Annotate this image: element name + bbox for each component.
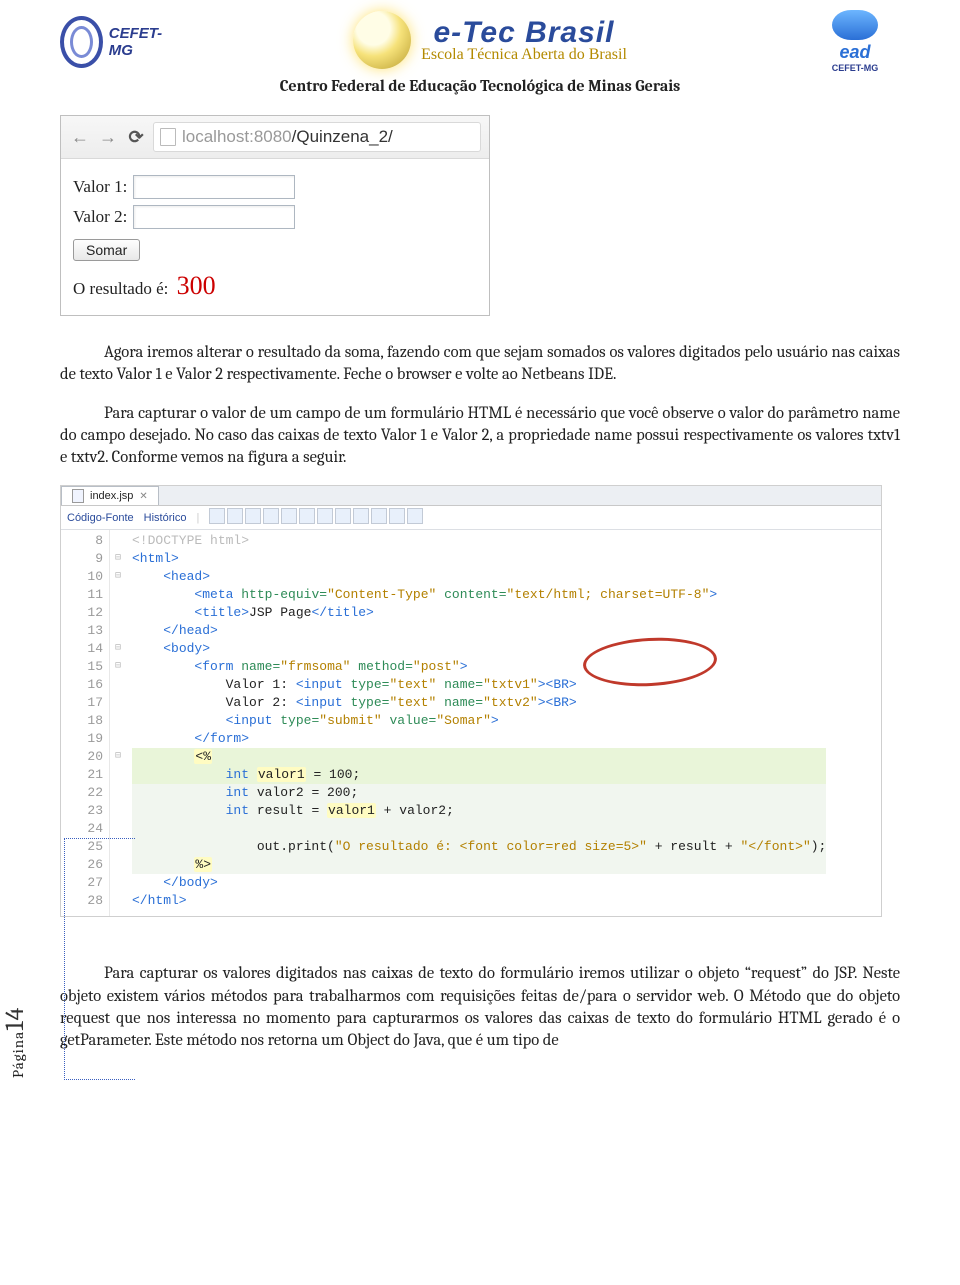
ead-bubble-icon: [832, 10, 878, 40]
cefet-logo: CEFET-MG: [60, 11, 170, 73]
resultado-label: O resultado é:: [73, 279, 168, 298]
back-icon[interactable]: ←: [69, 126, 91, 148]
jsp-file-icon: [72, 489, 84, 503]
input-valor2[interactable]: [133, 205, 295, 229]
line-gutter: 8910111213141516171819202122232425262728: [61, 530, 110, 916]
etec-logo: e-Tec Brasil Escola Técnica Aberta do Br…: [170, 11, 810, 73]
code-body: <!DOCTYPE html><html> <head> <meta http-…: [126, 530, 826, 916]
resultado-value: 300: [177, 271, 216, 300]
swirl-icon: [60, 16, 103, 68]
paragraph-2: Para capturar o valor de um campo de um …: [60, 403, 900, 470]
ide-tab-label: index.jsp: [90, 490, 133, 502]
ide-tab-index[interactable]: index.jsp ✕: [61, 486, 159, 505]
somar-button[interactable]: Somar: [73, 239, 140, 261]
cefet-text: CEFET-MG: [109, 25, 170, 59]
paragraph-3: Para capturar os valores digitados nas c…: [60, 963, 900, 1052]
page-label: Página: [9, 1031, 27, 1078]
ide-figure: index.jsp ✕ Código-Fonte Histórico | 891…: [60, 485, 882, 917]
ead-logo: ead CEFET-MG: [810, 10, 900, 73]
ide-source-tab[interactable]: Código-Fonte: [67, 512, 134, 524]
etec-subtitle: Escola Técnica Aberta do Brasil: [421, 46, 627, 64]
page-icon: [160, 128, 176, 146]
ide-history-tab[interactable]: Histórico: [144, 512, 187, 524]
ead-sub: CEFET-MG: [810, 63, 900, 73]
url-path: /Quinzena_2/: [292, 127, 393, 146]
close-icon[interactable]: ✕: [139, 491, 147, 502]
browser-toolbar: ← → ⟳ localhost:8080/Quinzena_2/: [61, 116, 489, 159]
globe-icon: [353, 11, 411, 69]
ead-text: ead: [810, 42, 900, 63]
paragraph-1: Agora iremos alterar o resultado da soma…: [60, 342, 900, 387]
reload-icon[interactable]: ⟳: [125, 126, 147, 148]
institution-title: Centro Federal de Educação Tecnológica d…: [60, 77, 900, 95]
document-header: CEFET-MG e-Tec Brasil Escola Técnica Abe…: [60, 0, 900, 77]
etec-title: e-Tec Brasil: [421, 16, 627, 50]
ide-toolbar-icons[interactable]: [209, 508, 425, 527]
label-valor1: Valor 1:: [73, 177, 127, 197]
input-valor1[interactable]: [133, 175, 295, 199]
forward-icon[interactable]: →: [97, 126, 119, 148]
page-number: Página14: [0, 1007, 30, 1078]
fold-gutter: ⊟⊟⊟⊟⊟: [110, 530, 126, 916]
page-value: 14: [0, 1007, 30, 1031]
label-valor2: Valor 2:: [73, 207, 127, 227]
browser-figure: ← → ⟳ localhost:8080/Quinzena_2/ Valor 1…: [60, 115, 490, 316]
url-host: localhost:8080: [182, 127, 292, 146]
url-bar[interactable]: localhost:8080/Quinzena_2/: [153, 122, 481, 152]
